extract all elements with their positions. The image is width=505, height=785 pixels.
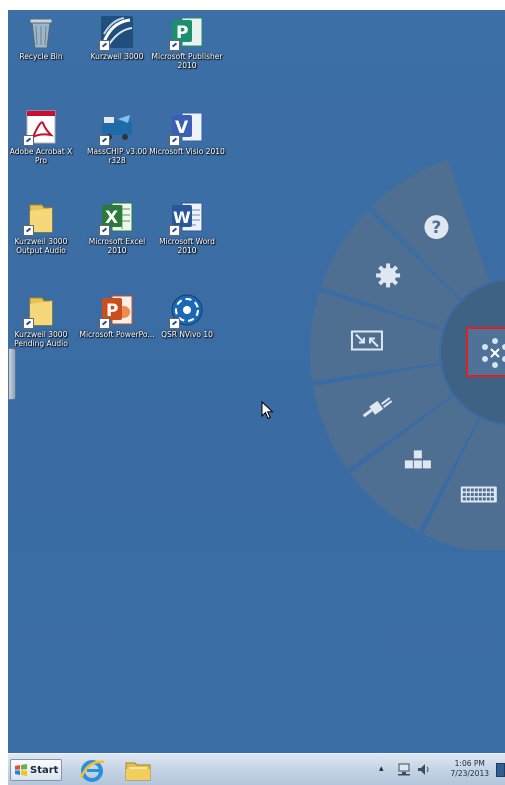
excel-icon: X [98,199,136,236]
shortcut-arrow-icon [99,40,110,51]
folder-icon [22,292,60,329]
desktop-icon-kurzweil-3000[interactable]: Kurzweil 3000 [79,14,155,61]
center-options-button[interactable] [466,327,505,377]
taskbar-file-explorer[interactable] [120,756,156,784]
mouse-pointer-icon [261,400,275,425]
shortcut-arrow-icon [99,318,110,329]
svg-text:?: ? [432,218,442,238]
clock-date: 7/23/2013 [450,769,489,778]
radial-menu: ? [309,160,505,550]
desktop-icon-label: QSR NVivo 10 [161,330,213,339]
desktop-icon-label: Microsoft Publisher 2010 [151,52,223,70]
help-icon: ? [424,215,449,240]
side-panel-handle[interactable] [8,348,16,400]
desktop-icon-word[interactable]: W Microsoft Word 2010 [149,199,225,255]
visio-icon: V [168,109,206,146]
screen: Recycle Bin Kurzweil 3000 P Microsoft Pu… [8,10,505,785]
desktop-icon-label: Microsoft Excel 2010 [88,237,146,255]
volume-icon[interactable] [417,763,431,776]
system-tray: ▴ 1:06 PM 7/23/2013 [375,754,505,785]
desktop-icon-label: Kurzweil 3000 [90,52,144,61]
windows-logo-icon [15,764,27,776]
desktop-icon-nvivo[interactable]: QSR NVivo 10 [149,292,225,339]
desktop-icon-label: Kurzweil 3000 Pending Audio [14,330,68,348]
shortcut-arrow-icon [99,135,110,146]
recycle-bin-icon [22,14,60,50]
desktop-icon-powerpoint[interactable]: P Microsoft PowerPo... [79,292,155,339]
desktop[interactable]: Recycle Bin Kurzweil 3000 P Microsoft Pu… [8,10,505,753]
nvivo-icon [168,292,206,329]
kurzweil-icon [98,14,136,51]
desktop-icon-label: Recycle Bin [19,52,63,61]
powerpoint-icon: P [98,292,136,329]
desktop-icon-recycle-bin[interactable]: Recycle Bin [8,14,79,61]
desktop-icon-masschip[interactable]: MassCHIP v3.00 r328 [79,109,155,165]
show-hidden-icons-icon[interactable]: ▴ [379,764,384,774]
file-explorer-icon [125,762,151,781]
desktop-icon-visio[interactable]: V Microsoft Visio 2010 [149,109,225,156]
shortcut-arrow-icon [99,225,110,236]
taskbar: Start ▴ 1:06 PM 7/23/2013 [8,753,505,785]
desktop-icon-excel[interactable]: X Microsoft Excel 2010 [79,199,155,255]
network-icon[interactable] [397,763,411,776]
clock-time: 1:06 PM [454,759,485,768]
start-button[interactable]: Start [10,759,62,781]
shortcut-arrow-icon [23,135,34,146]
start-label: Start [30,764,59,776]
desktop-icon-label: Microsoft Word 2010 [159,237,215,255]
masschip-icon [98,109,136,146]
shortcut-arrow-icon [169,225,180,236]
word-icon: W [168,199,206,236]
shortcut-arrow-icon [169,135,180,146]
keyboard-icon [460,486,497,503]
desktop-icon-label: Kurzweil 3000 Output Audio [14,237,68,255]
desktop-icon-label: Microsoft PowerPo... [79,330,155,339]
shortcut-arrow-icon [169,318,180,329]
desktop-icon-label: MassCHIP v3.00 r328 [86,147,147,165]
desktop-icon-publisher[interactable]: P Microsoft Publisher 2010 [149,14,225,70]
acrobat-icon [22,109,60,146]
show-desktop-button[interactable] [496,763,505,777]
desktop-icon-kurzweil-output-audio[interactable]: Kurzweil 3000 Output Audio [8,199,79,255]
taskbar-internet-explorer[interactable] [74,756,110,784]
desktop-icon-acrobat[interactable]: Adobe Acrobat X Pro [8,109,79,165]
desktop-icon-label: Microsoft Visio 2010 [149,147,225,156]
shortcut-arrow-icon [169,40,180,51]
publisher-icon: P [168,14,206,51]
desktop-icon-kurzweil-pending-audio[interactable]: Kurzweil 3000 Pending Audio [8,292,79,348]
internet-explorer-icon [79,760,105,782]
clock[interactable]: 1:06 PM 7/23/2013 [451,759,489,779]
folder-icon [22,199,60,236]
desktop-icon-label: Adobe Acrobat X Pro [9,147,73,165]
shortcut-arrow-icon [23,225,34,236]
shortcut-arrow-icon [23,318,34,329]
settings-icon [376,263,401,288]
